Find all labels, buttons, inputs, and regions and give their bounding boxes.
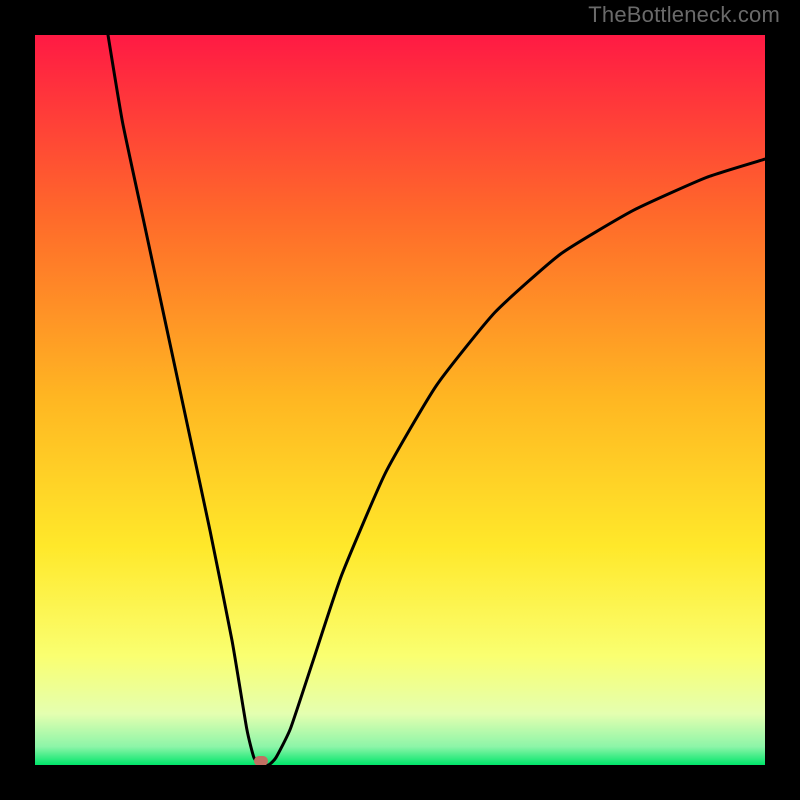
chart-frame: TheBottleneck.com [0,0,800,800]
optimal-point-marker [254,756,268,765]
bottleneck-curve [35,35,765,765]
watermark-text: TheBottleneck.com [588,2,780,28]
plot-area [35,35,765,765]
